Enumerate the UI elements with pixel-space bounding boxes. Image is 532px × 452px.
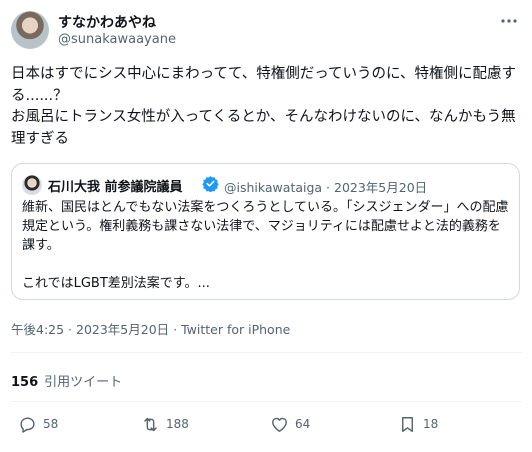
bookmark-icon: [402, 416, 413, 432]
more-icon: [501, 19, 517, 23]
author-handle[interactable]: @sunakawaayane: [58, 32, 176, 47]
author-avatar[interactable]: [11, 11, 49, 49]
quoted-meta: @ishikawataiga · 2023年5月20日: [224, 180, 428, 195]
quoted-author-avatar: [22, 175, 42, 195]
author-name[interactable]: すなかわあやね: [58, 12, 156, 32]
quoted-text-line-1: 維新、国民はとんでもない法案をつくろうとしている。「シスジェンダー」への配慮規定…: [22, 200, 509, 253]
divider: [11, 401, 522, 402]
retweet-count: 188: [166, 417, 189, 431]
reply-button[interactable]: 58: [18, 412, 58, 436]
quote-count: 156: [11, 375, 39, 390]
bookmark-count: 18: [423, 417, 439, 431]
retweet-button[interactable]: 188: [141, 412, 189, 436]
divider: [11, 352, 522, 353]
tweet-timestamp[interactable]: 午後4:25 · 2023年5月20日 · Twitter for iPhone: [11, 319, 290, 338]
like-icon: [272, 417, 287, 432]
verified-badge-icon: [202, 176, 219, 192]
quoted-text: 維新、国民はとんでもない法案をつくろうとしている。「シスジェンダー」への配慮規定…: [22, 198, 512, 293]
quoted-author-name: 石川大我 前参議院議員: [48, 180, 183, 195]
like-count: 64: [295, 417, 311, 431]
tweet-line-1: 日本はすでにシス中心にまわってて、特権側だっていうのに、特権側に配慮する....…: [11, 66, 517, 104]
quote-label: 引用ツイート: [44, 375, 123, 390]
quoted-text-line-2: これではLGBT差別法案です。...: [22, 276, 210, 291]
quoted-tweet-card[interactable]: 石川大我 前参議院議員 @ishikawataiga · 2023年5月20日 …: [11, 163, 520, 300]
quote-tweets-stat[interactable]: 156 引用ツイート: [11, 371, 122, 390]
tweet-text: 日本はすでにシス中心にまわってて、特権側だっていうのに、特権側に配慮する....…: [11, 64, 526, 150]
tweet-line-2: お風呂にトランス女性が入ってくるとか、そんなわけないのに、なんかもう無理すぎる: [11, 109, 516, 147]
bookmark-button[interactable]: 18: [398, 412, 438, 436]
like-button[interactable]: 64: [270, 412, 310, 436]
retweet-icon: [144, 417, 157, 431]
more-button[interactable]: [496, 8, 522, 34]
reply-icon: [20, 416, 35, 433]
reply-count: 58: [43, 417, 59, 431]
